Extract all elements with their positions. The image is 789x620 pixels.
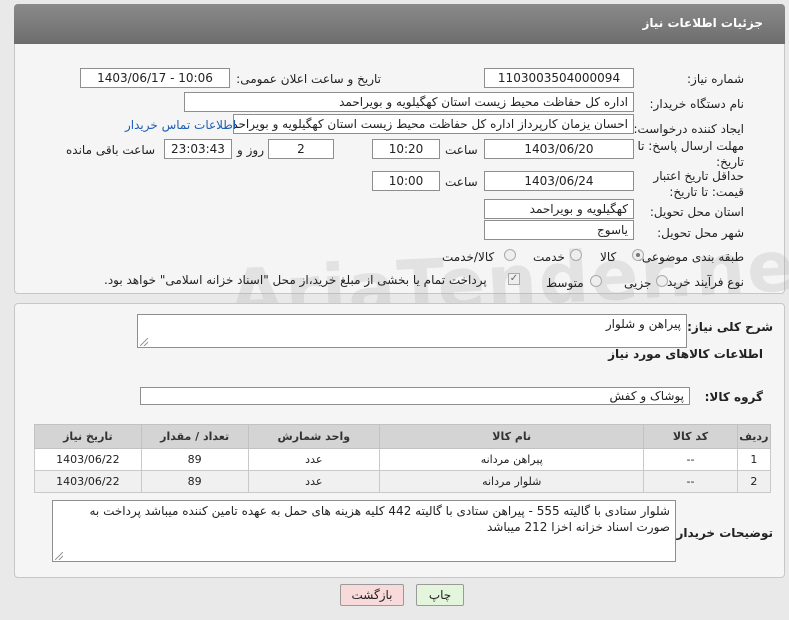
goods-info-heading: اطلاعات کالاهای مورد نیاز <box>608 347 763 361</box>
col-date: تاریخ نیاز <box>34 424 142 449</box>
announce-datetime-field: 1403/06/17 - 10:06 <box>80 68 230 88</box>
cell-row: 2 <box>736 470 772 493</box>
buyer-org-field: اداره کل حفاظت محیط زیست استان کهگیلویه … <box>184 92 634 112</box>
remaining-time-label: ساعت باقی مانده <box>66 143 156 157</box>
validity-label: حداقل تاریخ اعتبار قیمت: تا تاریخ: <box>653 169 744 199</box>
treasury-checkbox[interactable]: ✓ <box>508 273 520 285</box>
deadline-time-field: 10:20 <box>372 139 440 159</box>
city-label: شهر محل تحویل: <box>657 226 744 240</box>
category-option-goods: کالا <box>600 250 617 264</box>
buyer-notes-label: توضیحات خریدار: <box>671 526 773 540</box>
col-unit: واحد شمارش <box>247 424 381 449</box>
buyer-org-label: نام دستگاه خریدار: <box>649 97 745 111</box>
need-number-label: شماره نیاز: <box>687 72 744 86</box>
process-option-minor: جزیی <box>624 276 652 290</box>
category-radio-goods[interactable] <box>632 249 644 261</box>
resize-handle-icon[interactable] <box>55 552 63 560</box>
cell-qty: 89 <box>140 470 249 493</box>
days-remaining-field: 2 <box>268 139 334 159</box>
panel-header: جزئیات اطلاعات نیاز <box>14 4 785 44</box>
buyer-contact-link[interactable]: اطلاعات تماس خریدار <box>125 118 236 132</box>
category-option-service: خدمت <box>533 250 565 264</box>
cell-name: پیراهن مردانه <box>379 448 645 471</box>
col-qty: تعداد / مقدار <box>140 424 249 449</box>
description-text: پیراهن و شلوار <box>605 317 681 331</box>
validity-time-label: ساعت <box>445 175 478 189</box>
col-name: نام کالا <box>379 424 645 449</box>
description-label: شرح کلی نیاز: <box>687 320 773 334</box>
treasury-note: پرداخت تمام یا بخشی از مبلغ خرید،از محل … <box>104 273 487 287</box>
category-option-goods-service: کالا/خدمت <box>442 250 495 264</box>
resize-handle-icon[interactable] <box>140 338 148 346</box>
cell-qty: 89 <box>140 448 249 471</box>
print-button[interactable]: چاپ <box>416 584 464 606</box>
process-radio-medium[interactable] <box>590 275 602 287</box>
province-label: استان محل تحویل: <box>649 205 744 219</box>
validity-date-field: 1403/06/24 <box>484 171 634 191</box>
cell-date: 1403/06/22 <box>34 448 142 471</box>
col-row: ردیف <box>736 424 772 449</box>
remaining-time-field: 23:03:43 <box>164 139 232 159</box>
days-label: روز و <box>237 143 264 157</box>
goods-group-field: پوشاک و کفش <box>140 387 690 405</box>
deadline-date-field: 1403/06/20 <box>484 139 634 159</box>
process-label: نوع فرآیند خرید : <box>659 275 744 289</box>
need-number-field: 1103003504000094 <box>484 68 634 88</box>
deadline-time-label: ساعت <box>445 143 478 157</box>
description-field: پیراهن و شلوار <box>137 314 687 348</box>
category-radio-goods-service[interactable] <box>504 249 516 261</box>
buyer-notes-text: شلوار ستادی با گالیته 555 - پیراهن ستادی… <box>89 504 670 534</box>
announce-datetime-label: تاریخ و ساعت اعلان عمومی: <box>236 72 381 86</box>
page-title: جزئیات اطلاعات نیاز <box>642 16 763 30</box>
table-row: 2 -- شلوار مردانه عدد 89 1403/06/22 <box>34 470 772 493</box>
province-field: کهگیلویه و بویراحمد <box>484 199 634 219</box>
deadline-label: مهلت ارسال پاسخ: تا تاریخ: <box>637 139 744 169</box>
goods-group-label: گروه کالا: <box>704 390 763 404</box>
validity-time-field: 10:00 <box>372 171 440 191</box>
table-row: 1 -- پیراهن مردانه عدد 89 1403/06/22 <box>34 448 772 471</box>
back-button[interactable]: بازگشت <box>340 584 404 606</box>
cell-code: -- <box>643 470 738 493</box>
cell-unit: عدد <box>247 448 381 471</box>
cell-code: -- <box>643 448 738 471</box>
col-code: کد کالا <box>643 424 738 449</box>
category-radio-service[interactable] <box>570 249 582 261</box>
process-radio-minor[interactable] <box>656 275 668 287</box>
cell-unit: عدد <box>247 470 381 493</box>
process-option-medium: متوسط <box>546 276 584 290</box>
city-field: یاسوج <box>484 220 634 240</box>
cell-date: 1403/06/22 <box>34 470 142 493</box>
buyer-notes-field: شلوار ستادی با گالیته 555 - پیراهن ستادی… <box>52 500 676 562</box>
creator-field: احسان یزمان کارپرداز اداره کل حفاظت محیط… <box>233 114 634 134</box>
creator-label: ایجاد کننده درخواست: <box>633 122 744 136</box>
cell-name: شلوار مردانه <box>379 470 645 493</box>
goods-table: ردیف کد کالا نام کالا واحد شمارش تعداد /… <box>34 424 772 493</box>
cell-row: 1 <box>736 448 772 471</box>
category-label: طبقه بندی موضوعی: <box>637 250 744 264</box>
